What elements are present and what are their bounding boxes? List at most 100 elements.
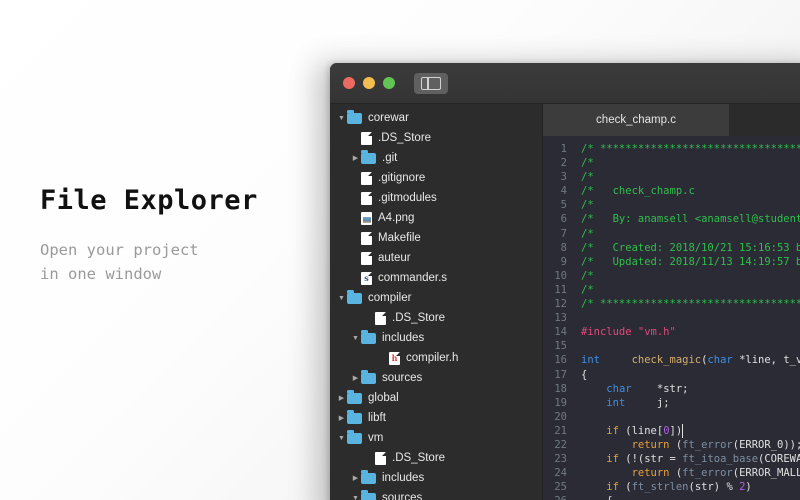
line-number: 1 bbox=[560, 143, 567, 155]
line-number: 15 bbox=[554, 340, 567, 353]
code-token: ft_strlen bbox=[631, 481, 689, 494]
file-tree-row[interactable]: libft bbox=[330, 408, 542, 428]
window-titlebar bbox=[330, 63, 800, 104]
chevron-right-icon[interactable] bbox=[350, 155, 361, 162]
editor-tab[interactable]: check_champ.c bbox=[543, 104, 729, 136]
file-tree-label: corewar bbox=[368, 112, 409, 124]
zoom-window-button[interactable] bbox=[383, 77, 395, 89]
file-tree-row[interactable]: h compiler.h bbox=[330, 348, 542, 368]
code-token: ft_itoa_base bbox=[682, 453, 759, 466]
code-token: int bbox=[581, 354, 600, 367]
line-number: 21 bbox=[554, 424, 567, 437]
page-title: File Explorer bbox=[40, 185, 258, 216]
code-token: #include "vm.h" bbox=[581, 326, 676, 339]
code-line: /* bbox=[581, 156, 800, 170]
folder-icon bbox=[347, 430, 362, 444]
code-token: ) bbox=[745, 481, 752, 494]
chevron-down-icon[interactable] bbox=[350, 495, 361, 500]
line-number: 14 bbox=[554, 326, 567, 339]
file-tree-label: commander.s bbox=[378, 272, 448, 284]
line-number: 4 bbox=[560, 185, 567, 198]
file-tree-label: vm bbox=[368, 432, 384, 444]
code-line: /* Created: 2018/10/21 15:16:53 by anams… bbox=[581, 241, 800, 255]
line-number: 24 bbox=[554, 467, 567, 480]
chevron-right-icon[interactable] bbox=[336, 415, 347, 422]
chevron-down-icon[interactable] bbox=[336, 115, 347, 122]
code-token: (!(str = bbox=[618, 453, 683, 466]
line-number: 18 bbox=[554, 382, 567, 395]
chevron-down-icon[interactable] bbox=[336, 435, 347, 442]
chevron-down-icon[interactable] bbox=[350, 335, 361, 342]
text-cursor: | bbox=[682, 423, 684, 438]
file-tree-row[interactable]: compiler bbox=[330, 288, 542, 308]
close-window-button[interactable] bbox=[343, 77, 355, 89]
file-tree-label: auteur bbox=[378, 252, 411, 264]
line-number: 22 bbox=[554, 438, 567, 451]
file-tree-label: .DS_Store bbox=[378, 132, 432, 144]
sidebar-toggle-button[interactable] bbox=[414, 72, 448, 94]
file-tree-row[interactable]: .DS_Store bbox=[330, 448, 542, 468]
code-token: char bbox=[707, 354, 733, 367]
file-tree-row[interactable]: corewar bbox=[330, 108, 542, 128]
code-line: int check_magic(char *line, t_vm *vm) bbox=[581, 353, 800, 367]
chevron-right-icon[interactable] bbox=[350, 375, 361, 382]
file-icon bbox=[361, 131, 372, 145]
file-tree-label: .gitignore bbox=[378, 172, 426, 184]
chevron-right-icon[interactable] bbox=[350, 475, 361, 482]
code-content[interactable]: /* *************************************… bbox=[573, 136, 800, 500]
code-token: if bbox=[606, 481, 619, 494]
code-view[interactable]: 1 2 3 4 5 6 7 8 9 10 11 12 13 14 15 16 17 18 19 20 21 22 23 24 2… bbox=[543, 136, 800, 500]
code-line: { bbox=[581, 494, 800, 500]
file-tree-label: includes bbox=[382, 332, 425, 344]
file-tree-row[interactable]: sources bbox=[330, 368, 542, 388]
line-number: 16 bbox=[554, 354, 567, 367]
line-number: 3 bbox=[560, 171, 567, 184]
file-tree-row[interactable]: global bbox=[330, 388, 542, 408]
code-token: (ERROR_MALLOC)); bbox=[732, 467, 800, 480]
chevron-down-icon[interactable] bbox=[336, 295, 347, 302]
line-number: 2 bbox=[560, 157, 567, 170]
promo-block: File Explorer Open your project in one w… bbox=[40, 186, 310, 286]
line-number: 20 bbox=[554, 410, 567, 423]
code-token: /* *************************************… bbox=[581, 143, 800, 155]
code-line: /* check_champ.c bbox=[581, 184, 800, 198]
line-number: 10 bbox=[554, 269, 567, 282]
file-icon bbox=[361, 231, 372, 245]
file-tree-row[interactable]: A4.png bbox=[330, 208, 542, 228]
file-tree-row[interactable]: s commander.s bbox=[330, 268, 542, 288]
code-token: (line[ bbox=[618, 424, 664, 437]
file-tree-row[interactable]: includes bbox=[330, 468, 542, 488]
traffic-lights bbox=[343, 77, 395, 89]
code-line: /* bbox=[581, 227, 800, 241]
file-tree-row[interactable]: includes bbox=[330, 328, 542, 348]
file-tree-label: sources bbox=[382, 372, 423, 384]
code-token: j; bbox=[625, 396, 670, 409]
assembly-file-icon: s bbox=[361, 271, 372, 285]
file-tree-sidebar[interactable]: corewar .DS_Store .git .gitignore .gitmodule… bbox=[330, 104, 543, 500]
file-tree-row[interactable]: .DS_Store bbox=[330, 128, 542, 148]
code-token: char bbox=[606, 382, 632, 395]
file-tree-row[interactable]: auteur bbox=[330, 248, 542, 268]
line-number: 8 bbox=[560, 241, 567, 254]
line-number: 23 bbox=[554, 453, 567, 466]
code-token: /* bbox=[581, 199, 594, 212]
file-icon bbox=[375, 451, 386, 465]
file-tree-row[interactable]: .git bbox=[330, 148, 542, 168]
file-tree-row[interactable]: Makefile bbox=[330, 228, 542, 248]
code-line: /* bbox=[581, 269, 800, 283]
file-tree-row[interactable]: sources bbox=[330, 488, 542, 500]
chevron-right-icon[interactable] bbox=[336, 395, 347, 402]
code-line: if (ft_strlen(str) % 2) bbox=[581, 480, 800, 494]
file-tree-row[interactable]: vm bbox=[330, 428, 542, 448]
file-tree-row[interactable]: .gitmodules bbox=[330, 188, 542, 208]
minimize-window-button[interactable] bbox=[363, 77, 375, 89]
file-tree-row[interactable]: .DS_Store bbox=[330, 308, 542, 328]
code-line: /* bbox=[581, 198, 800, 212]
file-tree-row[interactable]: .gitignore bbox=[330, 168, 542, 188]
file-tree-label: Makefile bbox=[378, 232, 421, 244]
code-line: #include "vm.h" bbox=[581, 325, 800, 339]
code-token: ft_error bbox=[682, 467, 733, 480]
code-token: (ERROR_0)); bbox=[732, 438, 800, 451]
